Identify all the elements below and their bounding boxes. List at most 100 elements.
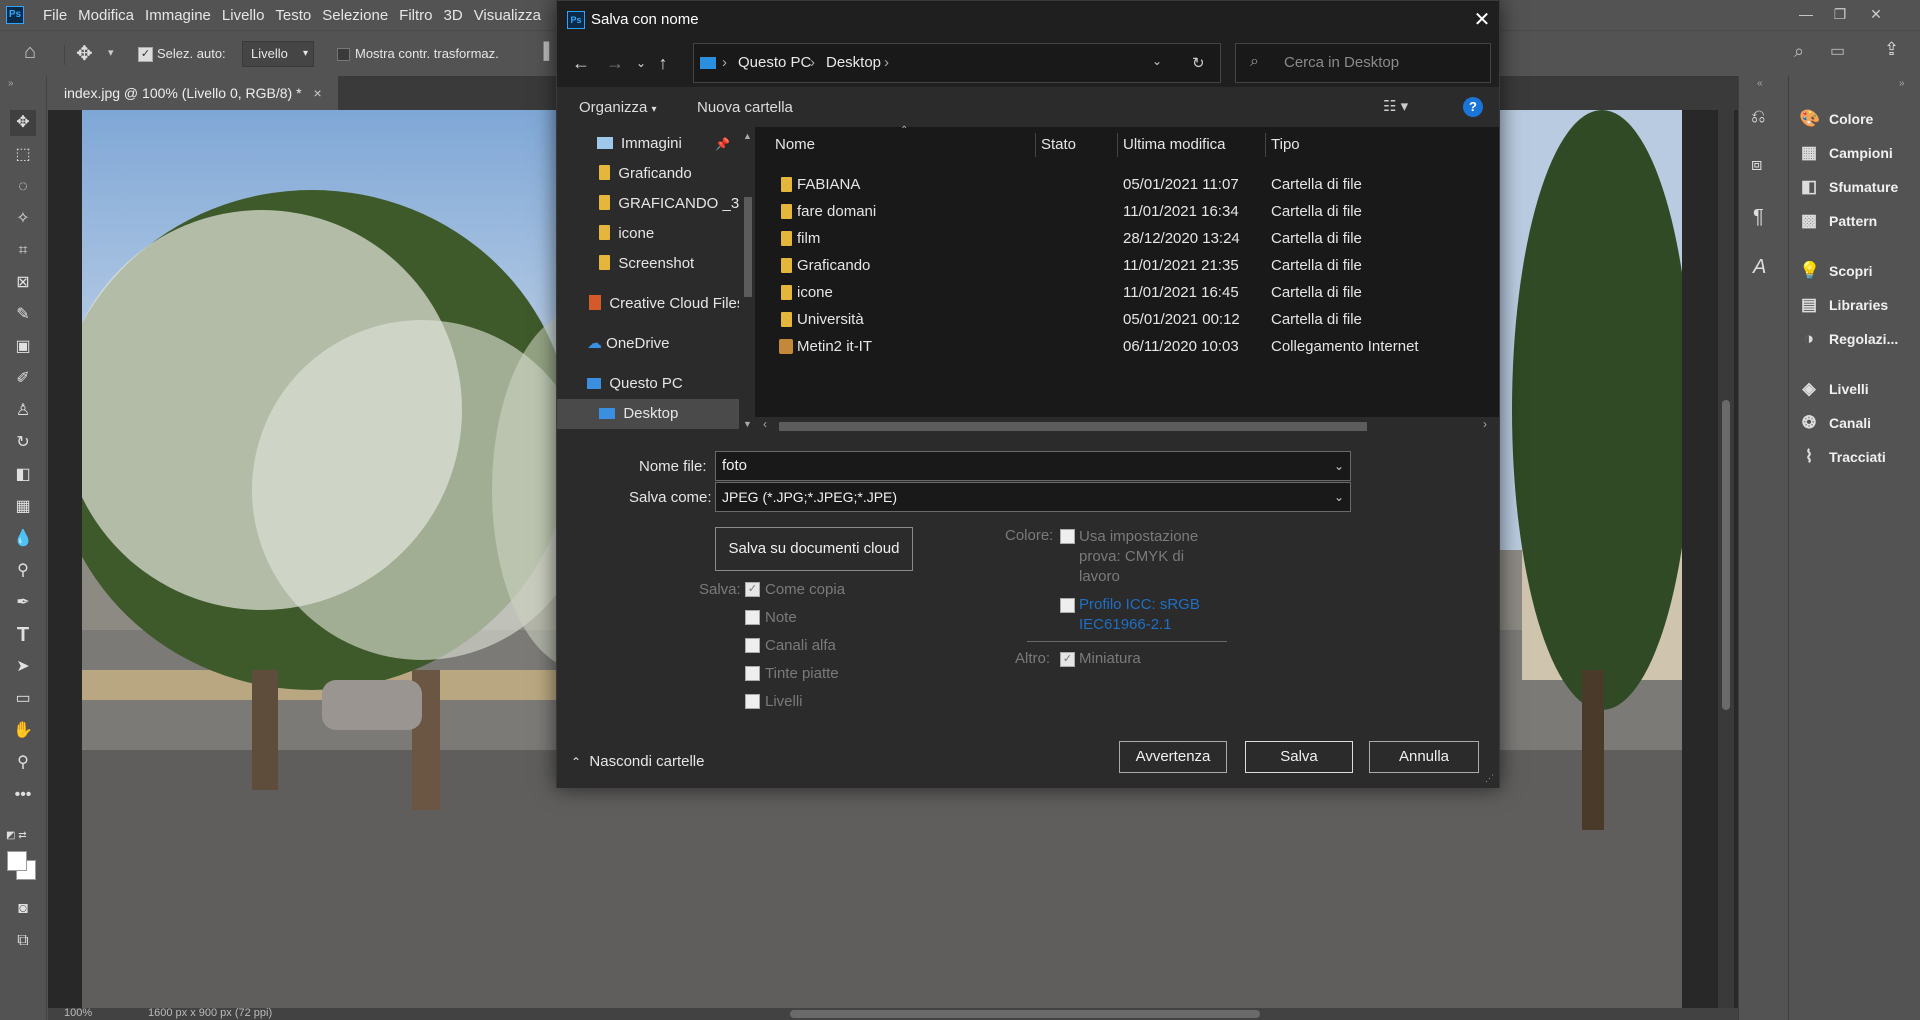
panel-tracciati[interactable]: ⌇ Tracciati bbox=[1799, 442, 1886, 472]
file-row[interactable]: Graficando 11/01/2021 21:35 Cartella di fi… bbox=[755, 252, 1499, 279]
tree-item-graficando-3[interactable]: GRAFICANDO _3 bbox=[557, 189, 739, 219]
menu-selezione[interactable]: Selezione bbox=[322, 7, 399, 24]
file-row[interactable]: Università 05/01/2021 00:12 Cartella di fi… bbox=[755, 306, 1499, 333]
panel-libraries[interactable]: ▤ Libraries bbox=[1799, 290, 1888, 320]
workspace-icon[interactable]: ▭ bbox=[1830, 41, 1845, 61]
address-bar[interactable]: › Questo PC › Desktop › ⌄ ↻ bbox=[693, 43, 1221, 83]
come-copia-checkbox[interactable]: ✓ bbox=[745, 582, 760, 597]
file-row[interactable]: FABIANA 05/01/2021 11:07 Cartella di file bbox=[755, 171, 1499, 198]
quick-mask-icon[interactable]: ◙ bbox=[10, 896, 36, 922]
lasso-tool-icon[interactable]: ◌ bbox=[10, 174, 36, 200]
pen-tool-icon[interactable]: ✒ bbox=[10, 590, 36, 616]
hide-folders-toggle[interactable]: ⌃ Nascondi cartelle bbox=[571, 753, 704, 770]
move-tool-icon[interactable]: ✥ bbox=[10, 110, 36, 136]
gradient-tool-icon[interactable]: ▦ bbox=[10, 494, 36, 520]
stamp-tool-icon[interactable]: ♙ bbox=[10, 398, 36, 424]
scroll-right-icon[interactable]: › bbox=[1483, 417, 1487, 431]
auto-select-checkbox[interactable]: ✓ bbox=[138, 47, 153, 62]
recent-chevron-icon[interactable]: ⌄ bbox=[629, 51, 653, 75]
path-selection-icon[interactable]: ➤ bbox=[10, 654, 36, 680]
close-icon[interactable]: ✕ bbox=[1469, 7, 1495, 33]
thumbnail-checkbox[interactable]: ✓ bbox=[1060, 652, 1075, 667]
save-button[interactable]: Salva bbox=[1245, 741, 1353, 773]
breadcrumb-desktop[interactable]: Desktop bbox=[826, 54, 881, 71]
menu-visualizza[interactable]: Visualizza bbox=[474, 7, 552, 24]
tree-item-desktop[interactable]: Desktop bbox=[557, 399, 739, 429]
panel-canali[interactable]: ❂ Canali bbox=[1799, 408, 1871, 438]
chevron-down-icon[interactable]: ⌄ bbox=[1152, 54, 1162, 68]
organize-button[interactable]: Organizza ▾ bbox=[579, 99, 657, 116]
frame-tool-icon[interactable]: ⊠ bbox=[10, 270, 36, 296]
column-ultima-modifica[interactable]: Ultima modifica bbox=[1123, 127, 1226, 163]
tree-item-icone[interactable]: icone bbox=[557, 219, 739, 249]
chevron-down-icon[interactable]: ▾ bbox=[108, 46, 114, 59]
magic-wand-icon[interactable]: ✧ bbox=[10, 206, 36, 232]
type-tool-icon[interactable]: T bbox=[10, 622, 36, 648]
menu-3d[interactable]: 3D bbox=[444, 7, 474, 24]
minimize-icon[interactable]: — bbox=[1792, 2, 1820, 26]
align-icon[interactable]: ▐ bbox=[538, 43, 549, 61]
marquee-tool-icon[interactable]: ⬚ bbox=[10, 142, 36, 168]
save-to-cloud-button[interactable]: Salva su documenti cloud bbox=[715, 527, 913, 571]
file-list-scrollbar[interactable]: ‹ › bbox=[755, 417, 1499, 435]
collapse-icon[interactable]: « bbox=[1757, 78, 1763, 89]
cancel-button[interactable]: Annulla bbox=[1369, 741, 1479, 773]
tree-item-questo-pc[interactable]: Questo PC bbox=[557, 369, 739, 399]
paragraph-icon[interactable]: ¶ bbox=[1753, 206, 1764, 229]
scroll-down-icon[interactable]: ▼ bbox=[743, 419, 752, 429]
up-arrow-icon[interactable]: ↑ bbox=[651, 51, 675, 75]
livelli-checkbox[interactable] bbox=[745, 694, 760, 709]
search-box[interactable]: ⌕ Cerca in Desktop bbox=[1235, 43, 1491, 83]
default-colors-icon[interactable]: ◩ ⇄ bbox=[6, 830, 27, 841]
restore-icon[interactable]: ❐ bbox=[1826, 2, 1854, 26]
collapse-icon[interactable]: » bbox=[1899, 78, 1905, 89]
menu-livello[interactable]: Livello bbox=[222, 7, 276, 24]
menu-immagine[interactable]: Immagine bbox=[145, 7, 222, 24]
canali-alfa-checkbox[interactable] bbox=[745, 638, 760, 653]
tree-scrollbar[interactable]: ▲ ▼ bbox=[741, 127, 755, 435]
close-tab-icon[interactable]: × bbox=[313, 85, 321, 101]
search-icon[interactable]: ⌕ bbox=[1794, 41, 1804, 62]
character-icon[interactable]: A bbox=[1753, 256, 1766, 279]
show-transform-checkbox[interactable] bbox=[337, 48, 350, 61]
screen-mode-icon[interactable]: ⧉ bbox=[10, 928, 36, 954]
rectangle-tool-icon[interactable]: ▭ bbox=[10, 686, 36, 712]
vertical-scrollbar[interactable] bbox=[1718, 110, 1734, 1008]
new-folder-button[interactable]: Nuova cartella bbox=[697, 99, 793, 116]
eyedropper-icon[interactable]: ✎ bbox=[10, 302, 36, 328]
dodge-tool-icon[interactable]: ⚲ bbox=[10, 558, 36, 584]
chevron-down-icon[interactable]: ⌄ bbox=[1334, 483, 1344, 511]
forward-arrow-icon[interactable]: → bbox=[603, 51, 627, 75]
hand-tool-icon[interactable]: ✋ bbox=[10, 718, 36, 744]
resize-grip-icon[interactable]: ⋰ bbox=[1485, 773, 1494, 784]
column-tipo[interactable]: Tipo bbox=[1271, 127, 1300, 163]
crop-tool-icon[interactable]: ⌗ bbox=[10, 238, 36, 264]
menu-file[interactable]: File bbox=[43, 7, 78, 24]
help-icon[interactable]: ? bbox=[1463, 97, 1483, 117]
panel-sfumature[interactable]: ◧ Sfumature bbox=[1799, 172, 1898, 202]
pin-icon[interactable]: 📌 bbox=[715, 129, 730, 159]
more-tools-icon[interactable]: ••• bbox=[10, 782, 36, 808]
file-row[interactable]: film 28/12/2020 13:24 Cartella di file bbox=[755, 225, 1499, 252]
zoom-level[interactable]: 100% bbox=[64, 1007, 92, 1019]
tree-item-creative-cloud[interactable]: Creative Cloud Files bbox=[557, 289, 739, 319]
share-icon[interactable]: ⇪ bbox=[1884, 39, 1899, 60]
eraser-tool-icon[interactable]: ◧ bbox=[10, 462, 36, 488]
warning-button[interactable]: Avvertenza bbox=[1119, 741, 1227, 773]
scroll-up-icon[interactable]: ▲ bbox=[743, 131, 752, 141]
zoom-tool-icon[interactable]: ⚲ bbox=[10, 750, 36, 776]
proof-checkbox[interactable] bbox=[1060, 529, 1075, 544]
file-row[interactable]: Metin2 it-IT 06/11/2020 10:03 Collegamento… bbox=[755, 333, 1499, 360]
back-arrow-icon[interactable]: ← bbox=[569, 51, 593, 75]
document-tab[interactable]: index.jpg @ 100% (Livello 0, RGB/8) * × bbox=[48, 76, 338, 110]
icc-profile-text[interactable]: Profilo ICC: sRGB IEC61966-2.1 bbox=[1079, 595, 1200, 635]
view-options-icon[interactable]: ☷ ▾ bbox=[1383, 97, 1408, 115]
panel-pattern[interactable]: ▩ Pattern bbox=[1799, 206, 1877, 236]
refresh-icon[interactable]: ↻ bbox=[1192, 54, 1205, 72]
savetype-select[interactable]: JPEG (*.JPG;*.JPEG;*.JPE) ⌄ bbox=[715, 482, 1351, 512]
close-window-icon[interactable]: ✕ bbox=[1862, 2, 1890, 26]
scroll-thumb[interactable] bbox=[779, 422, 1367, 431]
menu-testo[interactable]: Testo bbox=[275, 7, 322, 24]
panel-regolazioni[interactable]: ◑ Regolazi... bbox=[1799, 324, 1898, 354]
tree-item-screenshot[interactable]: Screenshot bbox=[557, 249, 739, 279]
